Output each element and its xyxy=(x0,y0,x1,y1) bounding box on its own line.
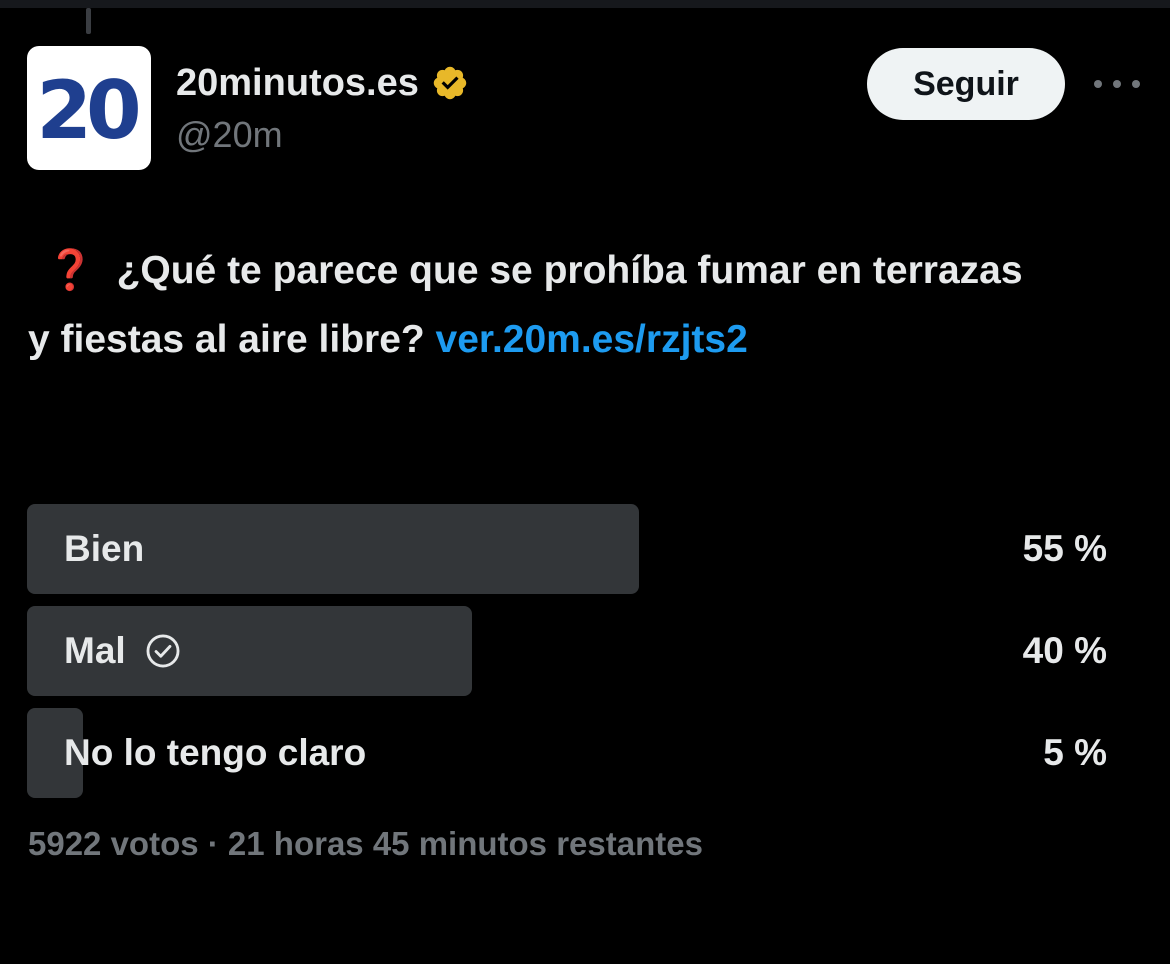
selected-check-circle-icon xyxy=(146,634,180,668)
poll-option-label: Mal xyxy=(64,630,126,671)
poll-option-label-row: No lo tengo claro xyxy=(64,708,366,798)
poll: Bien 55 % Mal 40 % No lo tengo claro 5 % xyxy=(27,504,1117,810)
avatar[interactable]: 20 xyxy=(27,46,151,170)
poll-option-label: Bien xyxy=(64,528,145,569)
dot xyxy=(1094,80,1102,88)
poll-option-percent: 55 % xyxy=(1022,528,1107,569)
author-name-row[interactable]: 20minutos.es xyxy=(176,60,469,106)
poll-option-label: No lo tengo claro xyxy=(64,732,367,773)
poll-option-label-row: Bien xyxy=(64,504,144,594)
thread-connector-line xyxy=(86,8,91,34)
author-display-name[interactable]: 20minutos.es xyxy=(176,60,419,106)
tweet-text: ❓ ¿Qué te parece que se prohíba fumar en … xyxy=(28,236,1048,374)
avatar-logo-text: 20 xyxy=(36,64,141,157)
poll-option-percent: 5 % xyxy=(1043,732,1107,773)
question-mark-emoji: ❓ xyxy=(46,249,95,292)
author-handle[interactable]: @20m xyxy=(176,113,283,157)
follow-button[interactable]: Seguir xyxy=(867,48,1065,120)
dot xyxy=(1132,80,1140,88)
poll-option-label-row: Mal xyxy=(64,606,182,696)
poll-option-mal: Mal 40 % xyxy=(27,606,1117,696)
poll-option-percent: 40 % xyxy=(1022,630,1107,671)
verified-badge-icon[interactable] xyxy=(431,64,469,102)
more-options-icon[interactable] xyxy=(1094,70,1140,98)
dot xyxy=(1113,80,1121,88)
poll-option-no-lo-tengo-claro: No lo tengo claro 5 % xyxy=(27,708,1117,798)
poll-footer: 5922 votos · 21 horas 45 minutos restant… xyxy=(28,825,703,862)
tweet-link[interactable]: ver.20m.es/rzjts2 xyxy=(436,318,748,361)
poll-option-bien: Bien 55 % xyxy=(27,504,1117,594)
top-divider xyxy=(0,0,1170,8)
